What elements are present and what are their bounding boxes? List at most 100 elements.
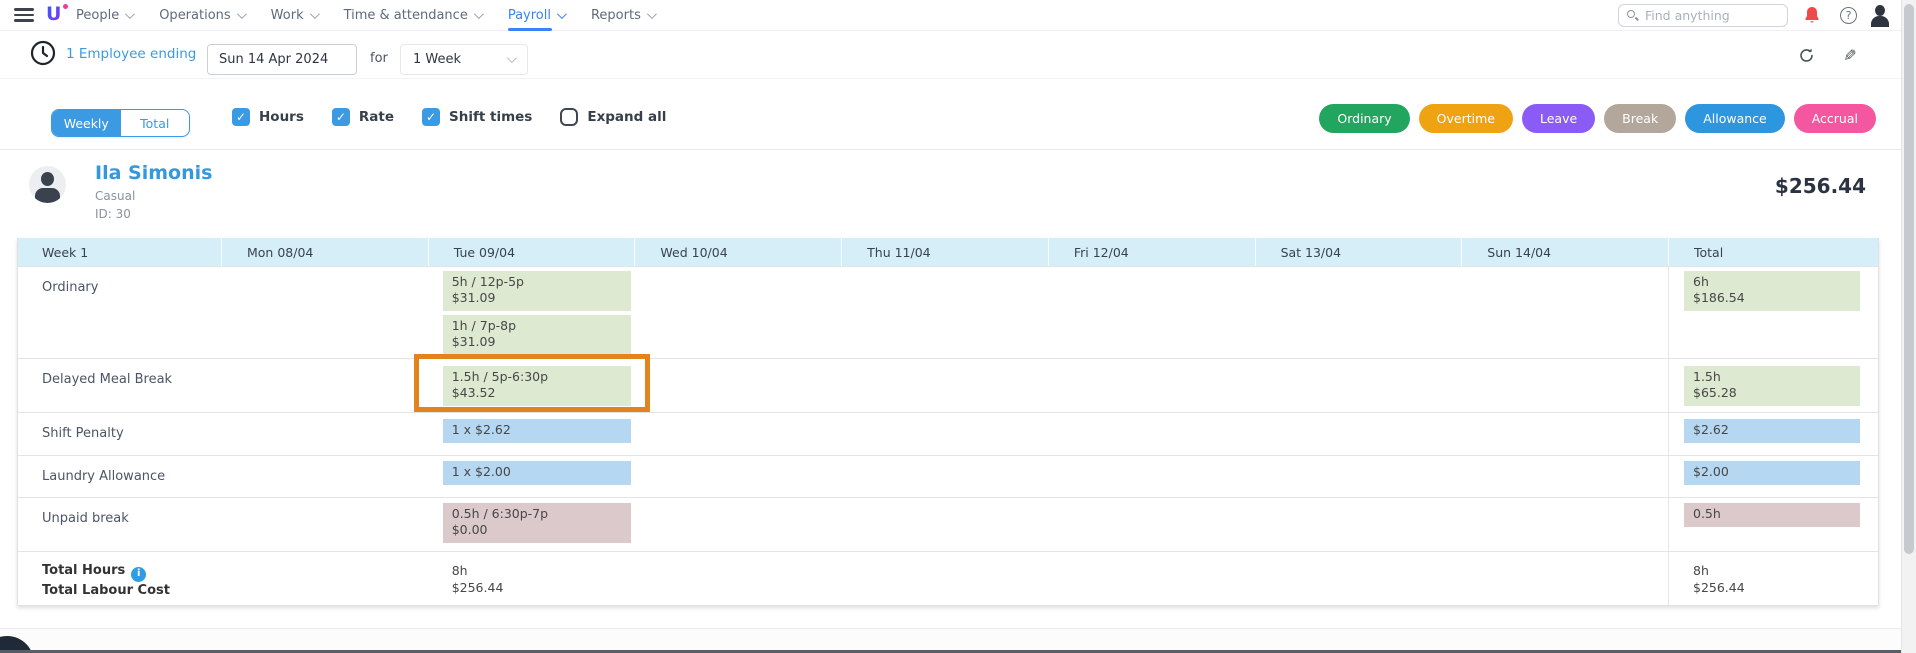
user-avatar[interactable]	[1869, 4, 1891, 27]
employee-name-link[interactable]: Ila Simonis	[95, 162, 212, 184]
nav-item-people[interactable]: People	[76, 0, 132, 31]
table-row-totals: Total Hoursi Total Labour Cost 8h$256.44…	[18, 551, 1878, 605]
table-row-ordinary: Ordinary 5h / 12p-5p$31.09 1h / 7p-8p$31…	[18, 266, 1878, 358]
row-label: Laundry Allowance	[18, 456, 221, 497]
scrollbar-thumb[interactable]	[1904, 4, 1914, 554]
refresh-button[interactable]	[1794, 43, 1818, 67]
timesheet-table: Week 1 Mon 08/04 Tue 09/04 Wed 10/04 Thu…	[17, 238, 1879, 606]
total-entry: 6h$186.54	[1684, 271, 1860, 311]
week-total: 8h$256.44	[1669, 552, 1878, 596]
page-scrollbar[interactable]	[1901, 0, 1916, 653]
nav-item-time-attendance[interactable]: Time & attendance	[344, 0, 481, 31]
highlight-annotation-box	[414, 354, 650, 412]
legend-accrual[interactable]: Accrual	[1794, 104, 1876, 133]
info-icon[interactable]: i	[131, 567, 146, 582]
search-input[interactable]	[1645, 8, 1775, 23]
col-sat: Sat 13/04	[1255, 238, 1462, 266]
day-cell-tue: 0.5h / 6:30p-7p$0.00	[428, 498, 635, 551]
chevron-down-icon	[474, 9, 484, 19]
total-entry: $2.62	[1684, 419, 1860, 443]
app-logo[interactable]: U	[46, 3, 70, 27]
employee-avatar[interactable]	[29, 166, 66, 203]
legend-ordinary[interactable]: Ordinary	[1319, 104, 1409, 133]
col-week: Week 1	[18, 238, 221, 266]
day-cell-tue: 1 x $2.62	[428, 413, 635, 455]
checkbox-checked-icon: ✓	[422, 108, 440, 126]
row-label: Ordinary	[18, 267, 221, 358]
checkbox-expand-all[interactable]: Expand all	[560, 108, 666, 126]
period-select[interactable]: 1 Week	[400, 44, 528, 75]
notifications-bell-icon[interactable]	[1803, 6, 1821, 25]
checkbox-unchecked-icon	[560, 108, 578, 126]
row-label: Shift Penalty	[18, 413, 221, 455]
table-row-unpaid-break: Unpaid break 0.5h / 6:30p-7p$0.00 0.5h	[18, 497, 1878, 551]
employee-id: ID: 30	[95, 207, 131, 221]
row-label: Unpaid break	[18, 498, 221, 551]
toggle-weekly[interactable]: Weekly	[52, 110, 121, 136]
employee-header: Ila Simonis Casual ID: 30 $256.44	[0, 150, 1916, 238]
chevron-down-icon	[507, 53, 517, 63]
legend-allowance[interactable]: Allowance	[1685, 104, 1785, 133]
total-entry: 0.5h	[1684, 503, 1860, 527]
col-wed: Wed 10/04	[634, 238, 841, 266]
checkbox-checked-icon: ✓	[232, 108, 250, 126]
col-sun: Sun 14/04	[1461, 238, 1668, 266]
nav-item-operations[interactable]: Operations	[159, 0, 243, 31]
total-cell: 6h$186.54	[1668, 267, 1878, 358]
day-cell-tue: 8h$256.44	[428, 552, 635, 605]
nav-item-payroll[interactable]: Payroll	[508, 0, 564, 31]
table-row-delayed-meal-break: Delayed Meal Break 1.5h / 5p-6:30p$43.52…	[18, 358, 1878, 412]
legend-break[interactable]: Break	[1604, 104, 1676, 133]
employee-week-total: $256.44	[1775, 174, 1866, 198]
chevron-down-icon	[237, 9, 247, 19]
col-total: Total	[1668, 238, 1878, 266]
search-icon	[1627, 10, 1639, 22]
total-cell: $2.62	[1668, 413, 1878, 455]
nav-item-reports[interactable]: Reports	[591, 0, 654, 31]
legend-leave[interactable]: Leave	[1522, 104, 1595, 133]
employee-type: Casual	[95, 189, 135, 203]
checkbox-rate[interactable]: ✓ Rate	[332, 108, 394, 126]
payroll-page: U People Operations Work Time & attendan…	[0, 0, 1916, 653]
col-thu: Thu 11/04	[841, 238, 1048, 266]
chevron-down-icon	[125, 9, 135, 19]
col-mon: Mon 08/04	[221, 238, 428, 266]
clock-icon	[30, 40, 56, 66]
view-toggle: Weekly Total	[51, 109, 190, 137]
total-cell: 8h$256.44	[1668, 552, 1878, 605]
total-entry: $2.00	[1684, 461, 1860, 485]
global-search[interactable]	[1618, 4, 1788, 27]
top-nav: U People Operations Work Time & attendan…	[0, 0, 1916, 31]
checkbox-hours[interactable]: ✓ Hours	[232, 108, 304, 126]
chevron-down-icon	[310, 9, 320, 19]
shift-entry: 5h / 12p-5p$31.09	[443, 271, 632, 311]
col-tue: Tue 09/04	[428, 238, 635, 266]
legend-overtime[interactable]: Overtime	[1419, 104, 1513, 133]
checkbox-checked-icon: ✓	[332, 108, 350, 126]
total-entry: 1.5h$65.28	[1684, 366, 1860, 406]
toggle-total[interactable]: Total	[121, 110, 190, 136]
totals-label: Total Hoursi Total Labour Cost	[18, 552, 221, 605]
help-icon[interactable]: ?	[1840, 7, 1857, 24]
pay-period-date-input[interactable]	[207, 44, 357, 75]
day-cell-tue: 5h / 12p-5p$31.09 1h / 7p-8p$31.09	[428, 267, 635, 358]
logo-dot-icon	[63, 4, 68, 9]
break-entry: 0.5h / 6:30p-7p$0.00	[443, 503, 632, 543]
nav-item-work[interactable]: Work	[271, 0, 317, 31]
allowance-entry: 1 x $2.62	[443, 419, 632, 443]
row-label: Delayed Meal Break	[18, 359, 221, 412]
hamburger-menu-icon[interactable]	[14, 8, 34, 23]
edit-pencil-button[interactable]: ✎	[1838, 43, 1862, 67]
table-header-row: Week 1 Mon 08/04 Tue 09/04 Wed 10/04 Thu…	[18, 238, 1878, 266]
allowance-entry: 1 x $2.00	[443, 461, 632, 485]
period-select-value: 1 Week	[413, 52, 461, 67]
table-row-shift-penalty: Shift Penalty 1 x $2.62 $2.62	[18, 412, 1878, 455]
total-cell: $2.00	[1668, 456, 1878, 497]
total-cell: 0.5h	[1668, 498, 1878, 551]
shift-entry: 1h / 7p-8p$31.09	[443, 315, 632, 355]
chevron-down-icon	[557, 9, 567, 19]
chevron-down-icon	[647, 9, 657, 19]
checkbox-shift-times[interactable]: ✓ Shift times	[422, 108, 532, 126]
employees-ending-link[interactable]: 1 Employee ending	[66, 46, 196, 62]
day-total: 8h$256.44	[428, 552, 635, 596]
